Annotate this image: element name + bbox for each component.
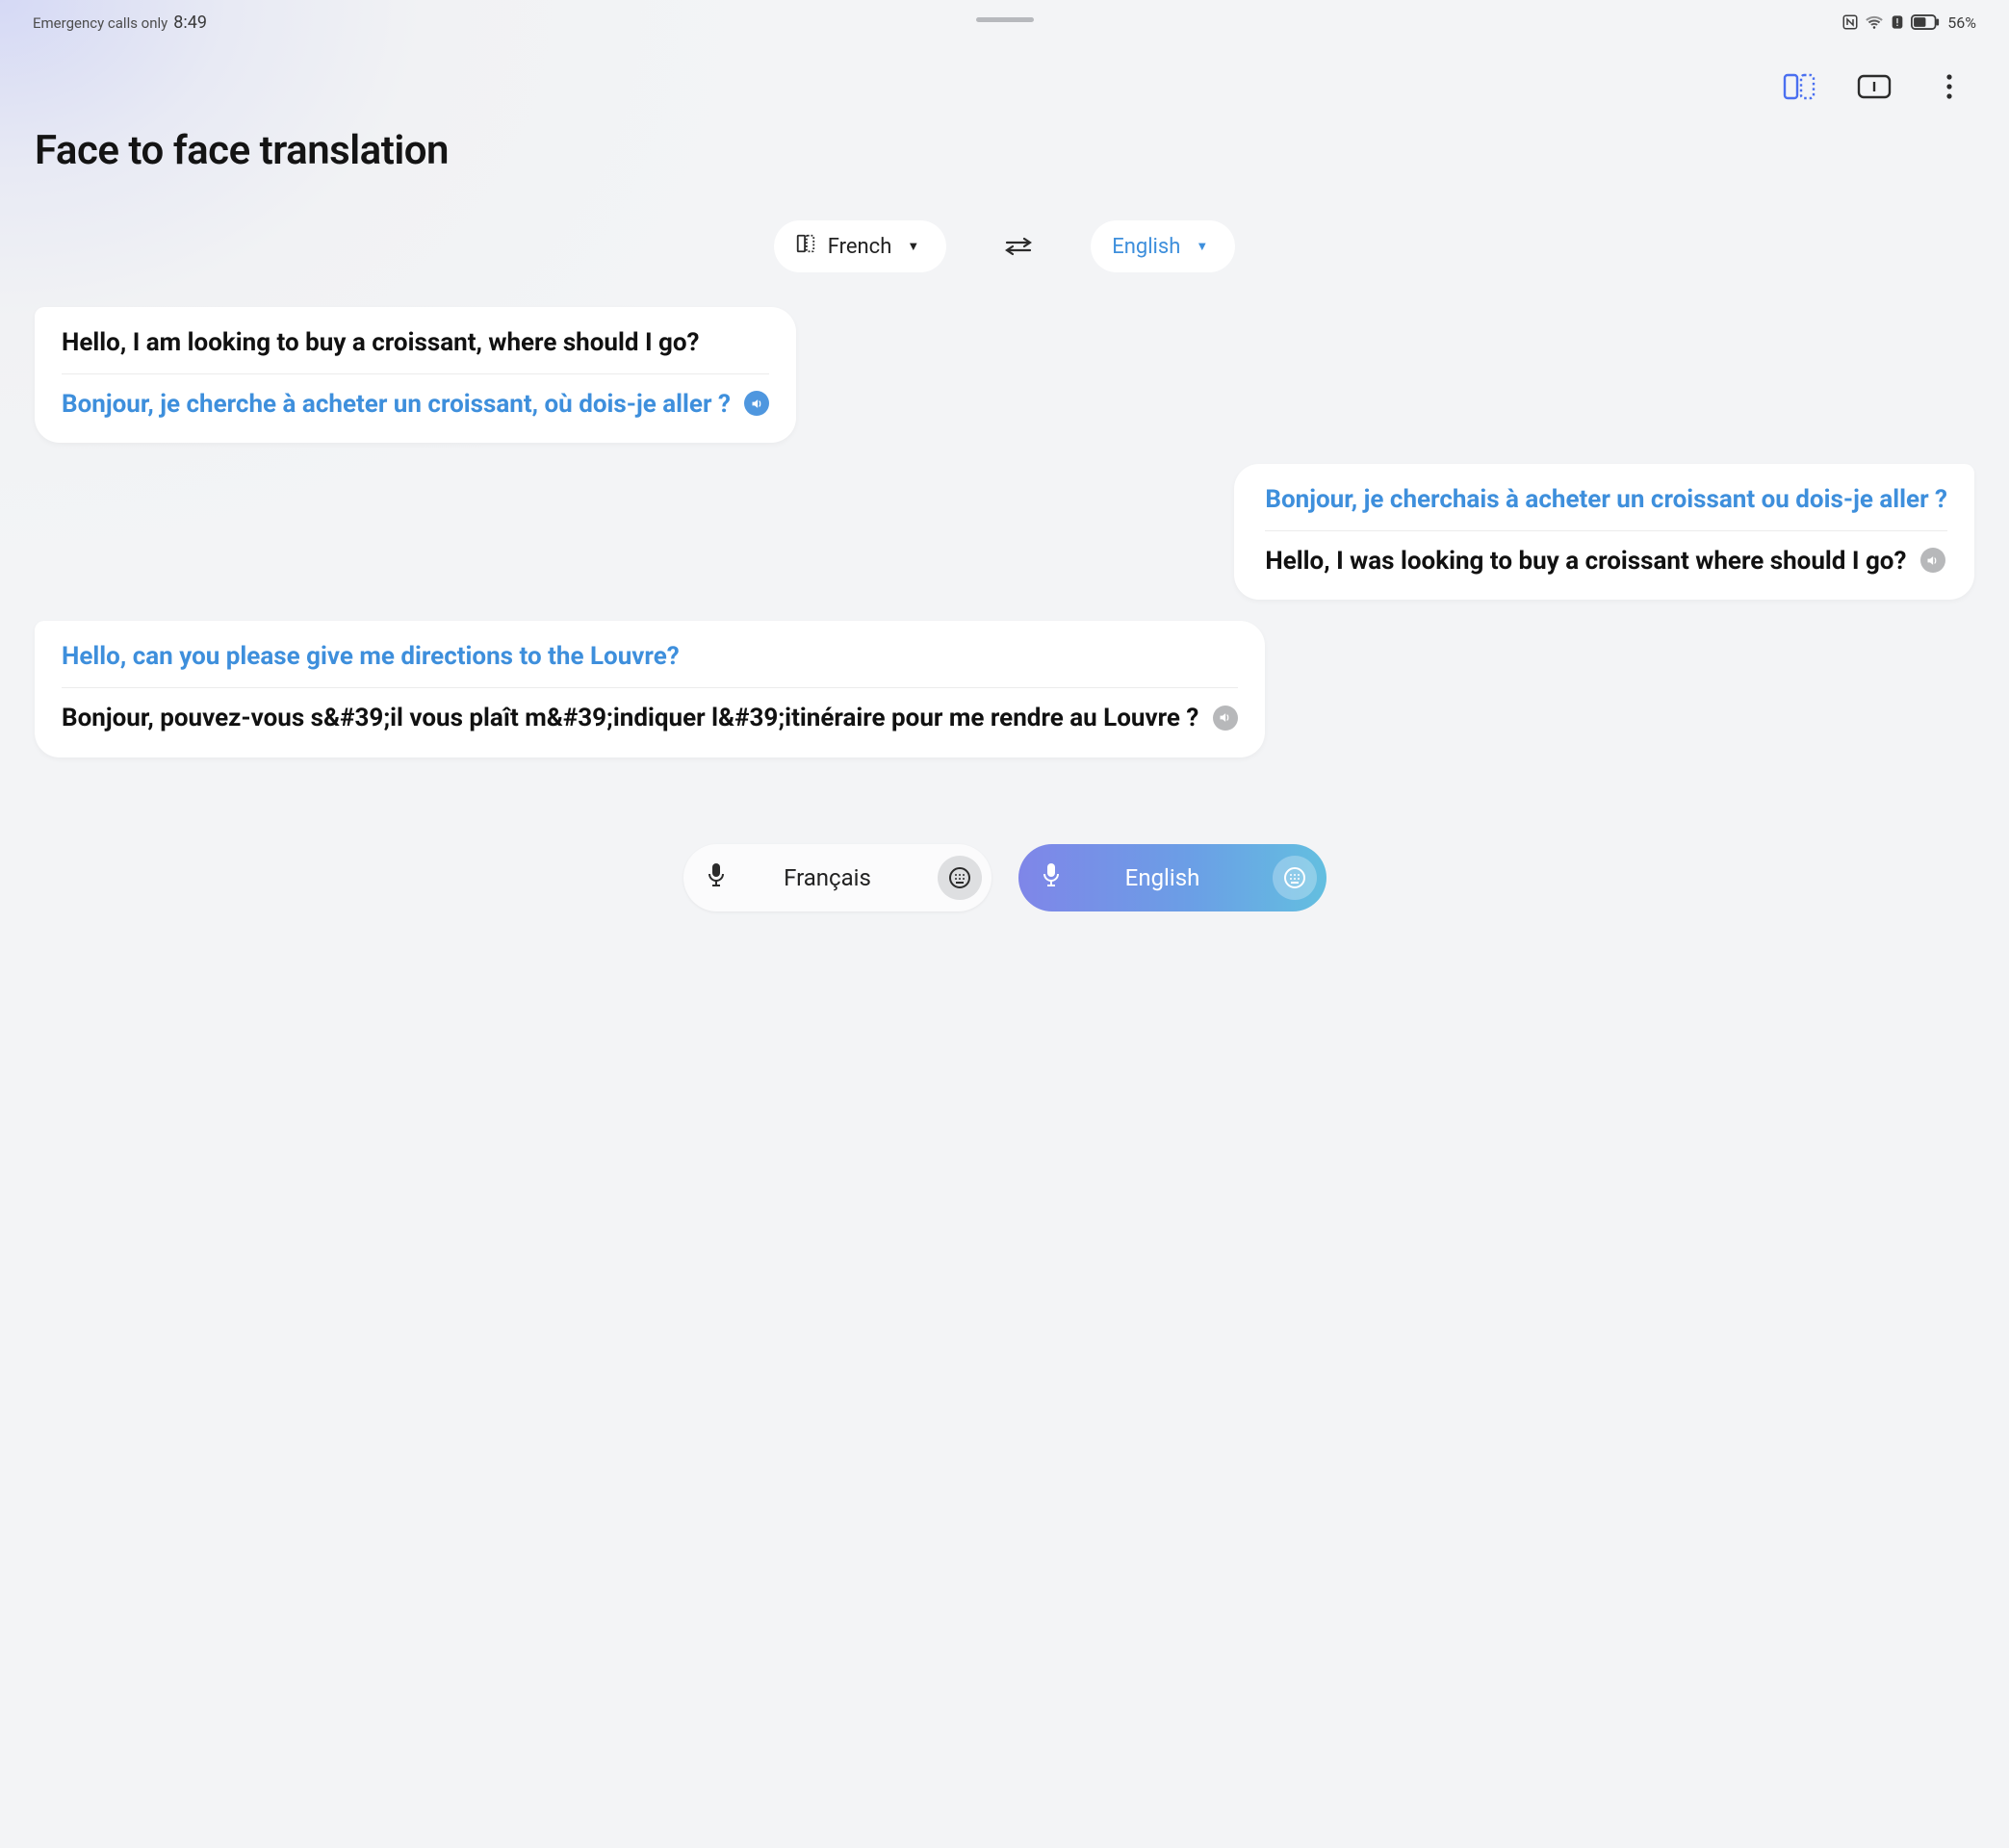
mic-icon bbox=[707, 862, 726, 893]
mic-icon bbox=[1042, 862, 1061, 893]
book-icon bbox=[795, 233, 816, 260]
speak-icon[interactable] bbox=[1920, 548, 1945, 573]
source-language-selector[interactable]: French ▼ bbox=[774, 220, 946, 272]
single-view-icon[interactable] bbox=[1857, 69, 1892, 104]
chevron-down-icon: ▼ bbox=[1196, 239, 1208, 254]
battery-percent: 56% bbox=[1947, 13, 1976, 32]
status-right: 56% bbox=[1842, 13, 1976, 32]
swap-languages-button[interactable] bbox=[1004, 236, 1033, 257]
clock-time: 8:49 bbox=[173, 13, 207, 33]
alert-icon bbox=[1890, 14, 1905, 30]
drag-handle[interactable] bbox=[976, 17, 1034, 22]
speak-icon[interactable] bbox=[1213, 706, 1238, 731]
divider bbox=[62, 373, 769, 374]
message-translation: Bonjour, pouvez-vous s&#39;il vous plaît… bbox=[62, 702, 1238, 735]
divider bbox=[62, 687, 1238, 688]
message-translation: Bonjour, je cherche à acheter un croissa… bbox=[62, 388, 769, 422]
keyboard-icon[interactable] bbox=[1273, 856, 1317, 900]
keyboard-icon[interactable] bbox=[938, 856, 982, 900]
target-language-label: English bbox=[1112, 235, 1180, 259]
message-bubble[interactable]: Hello, I am looking to buy a croissant, … bbox=[35, 307, 796, 443]
nfc-icon bbox=[1842, 13, 1859, 31]
battery-icon bbox=[1911, 14, 1940, 30]
speak-french-button[interactable]: Français bbox=[683, 844, 992, 911]
conversation: Hello, I am looking to buy a croissant, … bbox=[0, 307, 2009, 757]
message-original: Hello, I am looking to buy a croissant, … bbox=[62, 326, 769, 360]
speak-icon[interactable] bbox=[744, 391, 769, 416]
message-original: Bonjour, je cherchais à acheter un crois… bbox=[1265, 483, 1947, 517]
status-left: Emergency calls only 8:49 bbox=[33, 13, 207, 33]
message-translation: Hello, I was looking to buy a croissant … bbox=[1265, 545, 1947, 578]
speak-english-button[interactable]: English bbox=[1018, 844, 1326, 911]
message-bubble[interactable]: Hello, can you please give me directions… bbox=[35, 621, 1265, 757]
chevron-down-icon: ▼ bbox=[907, 239, 919, 254]
status-bar: Emergency calls only 8:49 56% bbox=[0, 0, 2009, 37]
speak-english-label: English bbox=[1082, 864, 1251, 891]
source-language-label: French bbox=[828, 235, 892, 259]
speak-french-label: Français bbox=[747, 864, 916, 891]
top-actions bbox=[0, 37, 2009, 104]
wifi-icon bbox=[1865, 14, 1884, 30]
target-language-selector[interactable]: English ▼ bbox=[1091, 220, 1235, 272]
message-bubble[interactable]: Bonjour, je cherchais à acheter un crois… bbox=[1234, 464, 1974, 600]
more-menu-icon[interactable] bbox=[1932, 69, 1967, 104]
input-bar: Français English bbox=[0, 844, 2009, 950]
divider bbox=[1265, 530, 1947, 531]
network-status-text: Emergency calls only bbox=[33, 14, 167, 32]
split-view-icon[interactable] bbox=[1782, 69, 1816, 104]
language-row: French ▼ English ▼ bbox=[0, 220, 2009, 272]
message-original: Hello, can you please give me directions… bbox=[62, 640, 1238, 674]
page-title: Face to face translation bbox=[0, 104, 2009, 174]
